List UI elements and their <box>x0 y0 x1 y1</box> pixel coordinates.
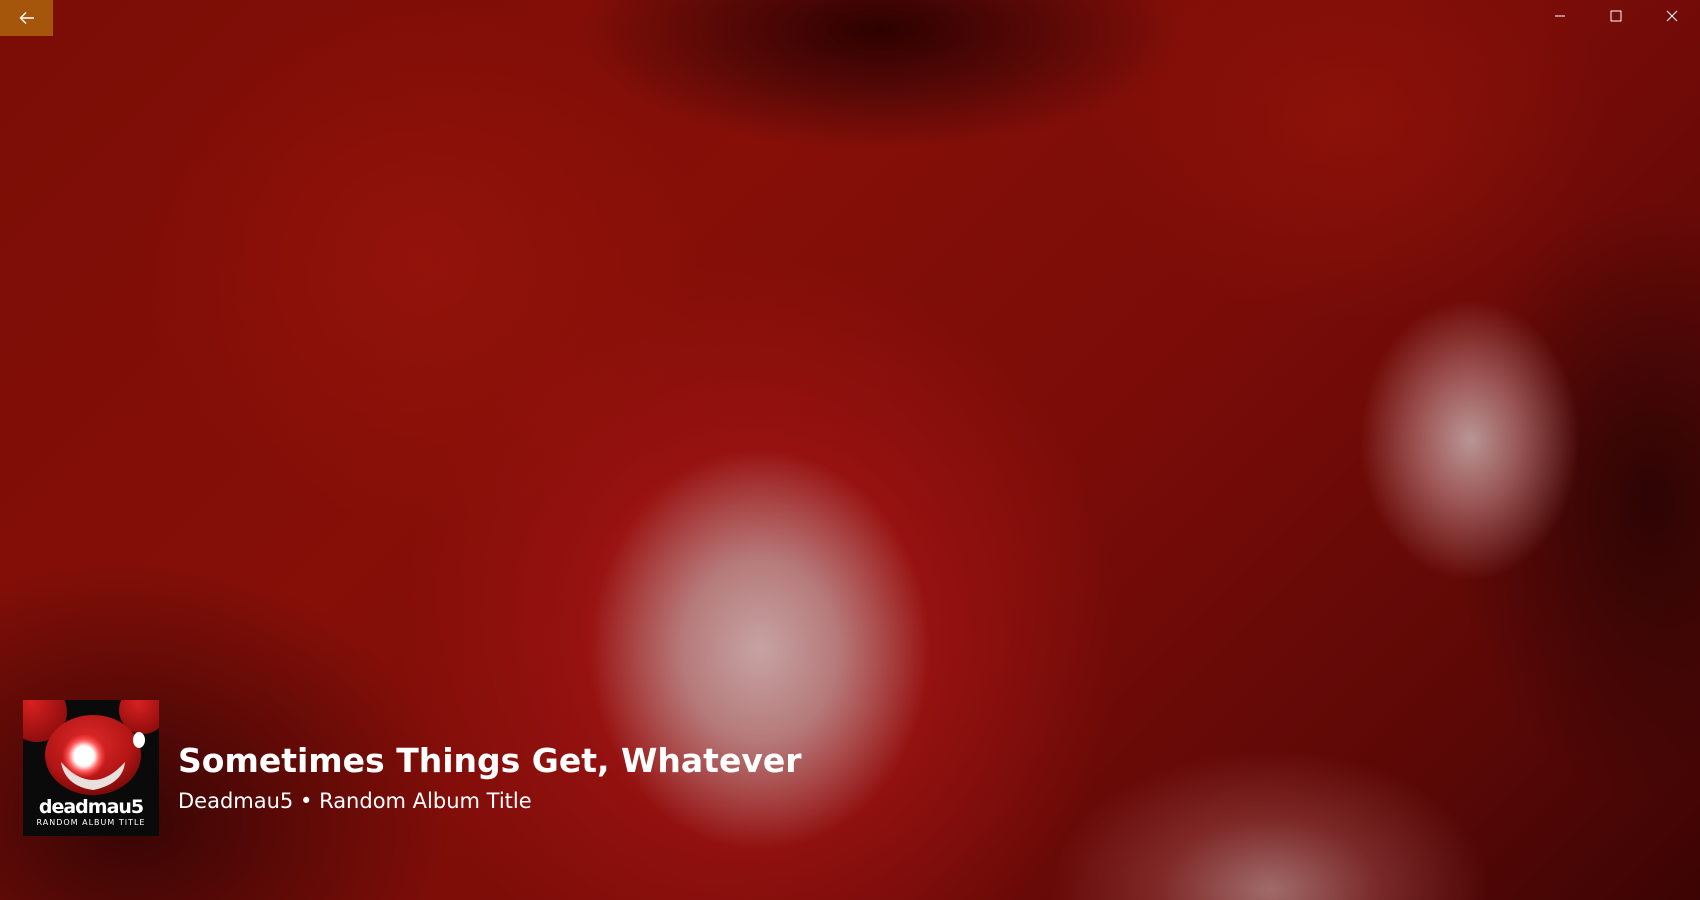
album-art-subtitle: RANDOM ALBUM TITLE <box>36 818 146 827</box>
close-icon <box>1666 10 1678 22</box>
back-button[interactable] <box>0 0 53 36</box>
album-art[interactable]: deadmau5 RANDOM ALBUM TITLE <box>23 700 159 836</box>
track-title: Sometimes Things Get, Whatever <box>178 741 802 780</box>
track-info: Sometimes Things Get, Whatever Deadmau5 … <box>178 720 802 816</box>
album-art-brand: deadmau5 <box>38 796 144 818</box>
window-caption-buttons <box>1532 0 1700 32</box>
artist-link[interactable]: Deadmau5 <box>178 789 293 813</box>
now-playing-info: deadmau5 RANDOM ALBUM TITLE Sometimes Th… <box>23 700 802 836</box>
close-button[interactable] <box>1644 0 1700 32</box>
maximize-button[interactable] <box>1588 0 1644 32</box>
track-meta: Deadmau5 • Random Album Title <box>178 786 802 816</box>
arrow-left-icon <box>19 12 34 24</box>
now-playing-window: deadmau5 RANDOM ALBUM TITLE Sometimes Th… <box>0 0 1700 900</box>
minimize-icon <box>1555 15 1565 17</box>
maximize-icon <box>1610 10 1622 22</box>
album-link[interactable]: Random Album Title <box>319 789 532 813</box>
meta-separator: • <box>299 789 313 813</box>
minimize-button[interactable] <box>1532 0 1588 32</box>
